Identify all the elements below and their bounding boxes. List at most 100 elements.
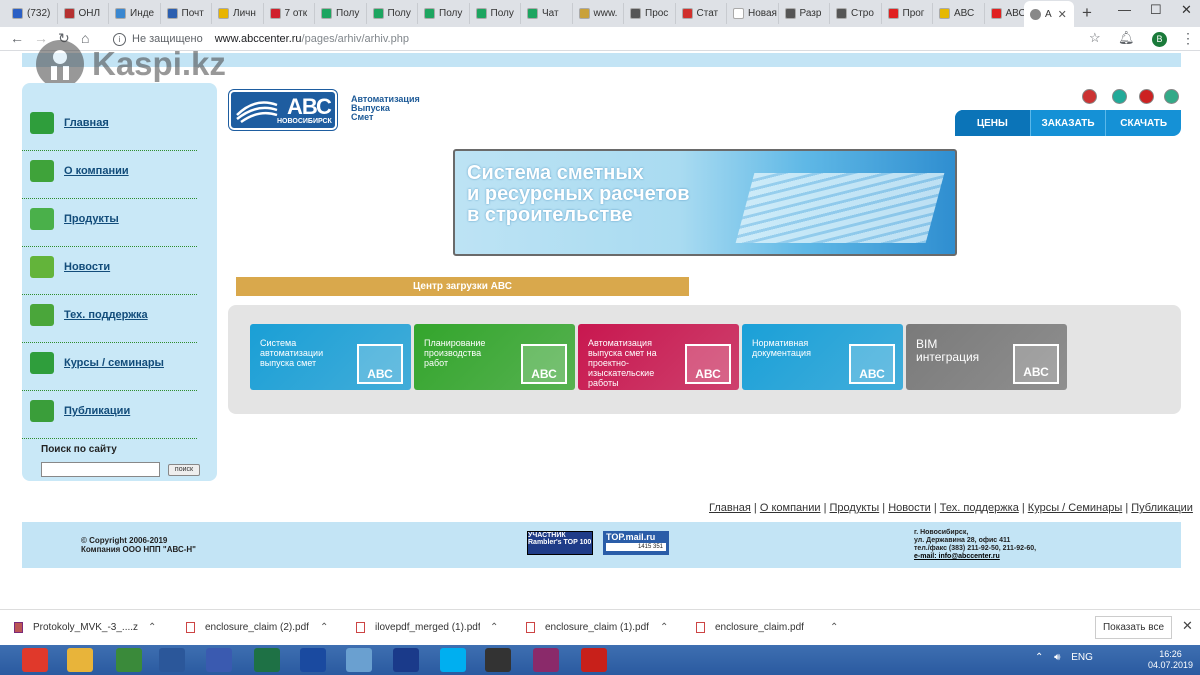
browser-tab[interactable]: Разр <box>779 3 830 24</box>
browser-tab[interactable]: АВС <box>933 3 985 24</box>
chevron-up-icon[interactable]: ⌃ <box>490 622 498 633</box>
paint-icon[interactable] <box>346 648 372 672</box>
close-tab-icon[interactable]: ✕ <box>1058 8 1067 21</box>
address-bar[interactable]: i Не защищено www.abccenter.ru/pages/arh… <box>103 29 1143 49</box>
language-flag-icon[interactable] <box>1082 89 1097 104</box>
sidebar-item[interactable]: Курсы / семинары <box>22 339 177 387</box>
clock[interactable]: 16:26 04.07.2019 <box>1148 649 1193 671</box>
browser-tab[interactable]: Полу <box>418 3 470 24</box>
nav-prices[interactable]: ЦЕНЫ <box>955 110 1031 136</box>
sidebar-item[interactable]: Новости <box>22 243 177 291</box>
topmail-counter[interactable]: TOP.mail.ru 1415 351 <box>603 531 669 555</box>
product-tile[interactable]: Нормативная документация АВС <box>742 324 903 390</box>
language-flag-icon[interactable] <box>1164 89 1179 104</box>
sidebar-item-label[interactable]: Курсы / семинары <box>64 357 164 369</box>
sidebar-item[interactable]: Тех. поддержка <box>22 291 177 339</box>
chevron-up-icon[interactable]: ⌃ <box>320 622 328 633</box>
download-item[interactable]: Protokoly_MVK_-3_....zip ⌃ <box>14 622 156 633</box>
product-tile[interactable]: Планирование производства работ АВС <box>414 324 575 390</box>
rambler-counter[interactable]: УЧАСТНИК Rambler's TOP 100 <box>527 531 593 555</box>
globe-icon <box>1030 8 1041 20</box>
browser-tab[interactable]: www. <box>573 3 624 24</box>
footer-link[interactable]: Продукты <box>830 502 880 514</box>
clock-time: 16:26 <box>1159 649 1182 659</box>
browser-tab[interactable]: Чат <box>521 3 573 24</box>
sidebar-item-label[interactable]: Новости <box>64 261 110 273</box>
close-shelf-icon[interactable]: ✕ <box>1182 618 1193 634</box>
footer-link[interactable]: Главная <box>709 502 751 514</box>
browser-tab[interactable]: Полу <box>367 3 418 24</box>
sidebar-item[interactable]: Продукты <box>22 195 177 243</box>
close-window-button[interactable]: ✕ <box>1181 2 1192 18</box>
save-icon[interactable] <box>206 648 232 672</box>
sidebar-item[interactable]: О компании <box>22 147 177 195</box>
sidebar-item[interactable]: Публикации <box>22 387 177 435</box>
sidebar-item-label[interactable]: Продукты <box>64 213 119 225</box>
chevron-up-icon[interactable]: ⌃ <box>148 622 156 633</box>
browser-tab[interactable]: Полу <box>315 3 367 24</box>
language-flag-icon[interactable] <box>1139 89 1154 104</box>
skype-icon[interactable] <box>440 648 466 672</box>
maximize-button[interactable]: ☐ <box>1150 2 1162 18</box>
browser-tab[interactable]: Почт <box>161 3 212 24</box>
browser-tab-active[interactable]: А ✕ <box>1024 1 1074 27</box>
sidebar-item[interactable]: Главная <box>22 99 177 147</box>
network-icon[interactable] <box>116 648 142 672</box>
word-icon[interactable] <box>159 648 185 672</box>
info-app-icon[interactable] <box>393 648 419 672</box>
nav-download[interactable]: СКАЧАТЬ <box>1106 110 1181 136</box>
chevron-up-icon[interactable]: ⌃ <box>830 622 838 633</box>
sidebar-item-label[interactable]: О компании <box>64 165 129 177</box>
browser-tab[interactable]: 7 отк <box>264 3 315 24</box>
language-flag-icon[interactable] <box>1112 89 1127 104</box>
contact-email[interactable]: e-mail: info@abccenter.ru <box>914 553 1036 561</box>
batman-icon[interactable] <box>485 648 511 672</box>
sidebar-item-label[interactable]: Главная <box>64 117 109 129</box>
footer-link[interactable]: Курсы / Семинары <box>1028 502 1122 514</box>
sidebar-item-label[interactable]: Публикации <box>64 405 130 417</box>
browser-tab[interactable]: Новая вкл <box>727 3 779 24</box>
browser-tab[interactable]: (732) <box>6 3 58 24</box>
lang-indicator[interactable]: ENG <box>1071 652 1093 663</box>
browser-tab[interactable]: Инде <box>109 3 161 24</box>
download-item[interactable]: enclosure_claim (1).pdf ⌃ <box>526 622 668 633</box>
browser-tab[interactable]: Стро <box>830 3 882 24</box>
download-item[interactable]: enclosure_claim (2).pdf ⌃ <box>186 622 328 633</box>
volume-icon[interactable]: 🔊︎ <box>1054 652 1060 663</box>
new-tab-button[interactable]: + <box>1082 3 1092 23</box>
tray-up-icon[interactable]: ⌃ <box>1035 652 1043 663</box>
acrobat-icon[interactable] <box>581 648 607 672</box>
browser-tab[interactable]: Стат <box>676 3 727 24</box>
chevron-up-icon[interactable]: ⌃ <box>660 622 668 633</box>
browser-tab[interactable]: Полу <box>470 3 521 24</box>
grid-app-icon[interactable] <box>300 648 326 672</box>
winrar-icon[interactable] <box>533 648 559 672</box>
footer-link[interactable]: Тех. поддержка <box>940 502 1019 514</box>
profile-avatar[interactable]: B <box>1152 32 1167 47</box>
download-item[interactable]: enclosure_claim.pdf ⌃ <box>696 622 838 633</box>
search-button[interactable]: поиск <box>168 464 200 476</box>
browser-tab[interactable]: ОНЛ <box>58 3 109 24</box>
nav-order[interactable]: ЗАКАЗАТЬ <box>1031 110 1107 136</box>
product-tile[interactable]: BIM интеграция АВС <box>906 324 1067 390</box>
abc-logo[interactable]: АВС НОВОСИБИРСК <box>229 90 337 130</box>
back-button[interactable]: ← <box>10 30 24 46</box>
excel-icon[interactable] <box>254 648 280 672</box>
browser-tab[interactable]: Прос <box>624 3 676 24</box>
product-tile[interactable]: Автоматизация выпуска смет на проектно-и… <box>578 324 739 390</box>
chrome-icon[interactable] <box>22 648 48 672</box>
menu-icon[interactable]: ⋮ <box>1181 30 1195 47</box>
footer-link[interactable]: Публикации <box>1131 502 1193 514</box>
search-input[interactable] <box>41 462 160 477</box>
minimize-button[interactable]: — <box>1118 2 1131 17</box>
show-all-button[interactable]: Показать все <box>1095 616 1172 639</box>
file-explorer-icon[interactable] <box>67 648 93 672</box>
browser-tab[interactable]: Личн <box>212 3 264 24</box>
copyright: © Copyright 2006-2019 Компания ООО НПП "… <box>81 536 196 554</box>
download-item[interactable]: ilovepdf_merged (1).pdf ⌃ <box>356 622 498 633</box>
browser-tab[interactable]: Прог <box>882 3 933 24</box>
footer-link[interactable]: Новости <box>888 502 931 514</box>
footer-link[interactable]: О компании <box>760 502 821 514</box>
product-tile[interactable]: Система автоматизации выпуска смет АВС <box>250 324 411 390</box>
sidebar-item-label[interactable]: Тех. поддержка <box>64 309 148 321</box>
